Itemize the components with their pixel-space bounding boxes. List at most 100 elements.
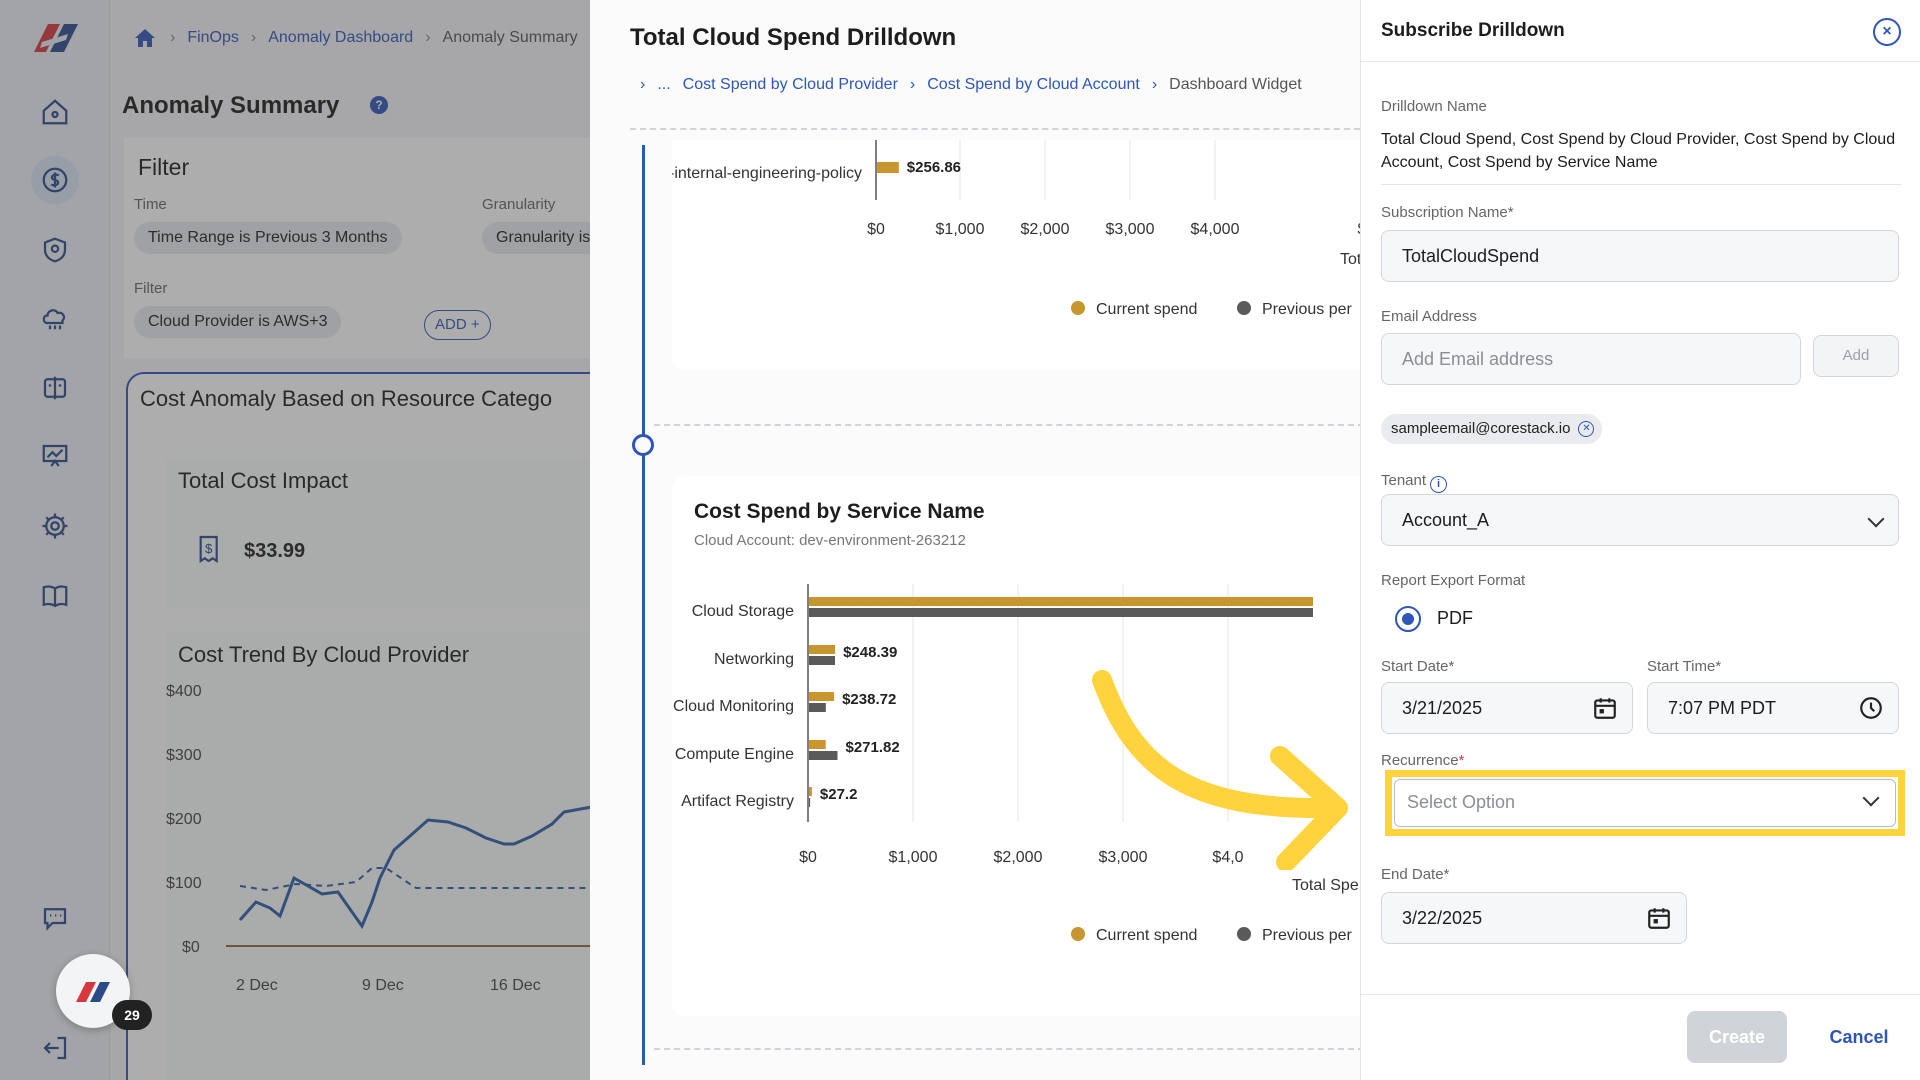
legend-current-marker — [1071, 927, 1085, 941]
tenant-value: Account_A — [1402, 510, 1490, 530]
bar-previous-period — [809, 608, 1313, 617]
legend-current-marker — [1071, 301, 1085, 315]
legend-previous[interactable]: Previous per — [1262, 927, 1352, 944]
calendar-icon[interactable] — [1646, 905, 1672, 931]
chevron-right-icon: › — [1151, 76, 1158, 93]
x-tick: $2,000 — [994, 849, 1043, 866]
x-tick: $0 — [867, 221, 885, 238]
bar-previous-period — [809, 798, 811, 807]
drilldown-name-value: Total Cloud Spend, Cost Spend by Cloud P… — [1381, 128, 1901, 185]
start-date-value: 3/21/2025 — [1402, 698, 1483, 718]
bar-current-spend — [809, 787, 812, 796]
create-button[interactable]: Create — [1687, 1011, 1787, 1063]
legend-current[interactable]: Current spend — [1096, 927, 1197, 944]
pdf-radio[interactable] — [1395, 606, 1421, 632]
timeline-line — [642, 145, 645, 1065]
panel-header: Subscribe Drilldown × — [1361, 0, 1920, 62]
export-format-label: Report Export Format — [1381, 572, 1526, 589]
legend-previous-marker — [1237, 301, 1251, 315]
notification-badge: 29 — [112, 1000, 152, 1030]
start-date-input[interactable]: 3/21/2025 — [1381, 682, 1633, 734]
category-label: Artifact Registry — [681, 793, 794, 810]
bar-previous-period — [809, 751, 838, 760]
chevron-right-icon: › — [640, 76, 646, 93]
subscribe-drilldown-panel: Subscribe Drilldown × Drilldown Name Tot… — [1360, 0, 1920, 1080]
bar-value-label: $271.82 — [846, 739, 900, 756]
drilldown-name-label: Drilldown Name — [1381, 98, 1487, 115]
start-time-label: Start Time* — [1647, 658, 1722, 675]
annotation-arrow — [1092, 670, 1348, 870]
info-icon[interactable]: i — [1430, 476, 1448, 493]
email-tag-label: sampleemail@corestack.io — [1391, 420, 1571, 437]
bar-value-label: $256.86 — [907, 159, 961, 176]
x-tick: $1,000 — [936, 221, 985, 238]
panel-title: Subscribe Drilldown — [1381, 20, 1565, 41]
bar-current-spend — [809, 740, 826, 749]
subscription-name-input[interactable]: TotalCloudSpend — [1381, 230, 1899, 282]
bar-current-spend — [877, 162, 899, 173]
divider — [654, 424, 1360, 426]
category-label: Networking — [714, 651, 794, 668]
start-date-label: Start Date* — [1381, 658, 1455, 675]
clock-icon[interactable] — [1858, 695, 1884, 721]
start-time-value: 7:07 PM PDT — [1668, 698, 1777, 718]
drilldown-title: Total Cloud Spend Drilldown — [630, 24, 957, 51]
breadcrumb-cost-by-provider[interactable]: Cost Spend by Cloud Provider — [683, 76, 898, 94]
email-label: Email Address — [1381, 308, 1477, 325]
panel-footer: Create Cancel — [1361, 994, 1920, 1080]
dim-overlay — [0, 0, 590, 1080]
calendar-icon[interactable] — [1592, 695, 1618, 721]
bar-value-label: $248.39 — [843, 644, 897, 661]
email-input[interactable]: Add Email address — [1381, 333, 1801, 385]
chevron-down-icon — [1867, 510, 1885, 528]
close-icon[interactable]: × — [1873, 18, 1901, 46]
required-marker: * — [1458, 752, 1465, 769]
subscription-name-label: Subscription Name* — [1381, 204, 1514, 221]
drilldown-breadcrumb: › ... Cost Spend by Cloud Provider › Cos… — [640, 76, 1302, 94]
x-tick: $2,000 — [1021, 221, 1070, 238]
add-email-button[interactable]: Add — [1813, 335, 1899, 377]
category-label: cs-internal-engineering-policy — [672, 165, 862, 182]
end-date-input[interactable]: 3/22/2025 — [1381, 892, 1687, 944]
axis-title: Total Spe — [1292, 877, 1359, 894]
legend-current[interactable]: Current spend — [1096, 301, 1197, 318]
divider — [630, 128, 1360, 130]
bar-current-spend — [809, 597, 1313, 606]
category-label: Cloud Monitoring — [673, 698, 794, 715]
breadcrumb-dashboard-widget: Dashboard Widget — [1169, 76, 1302, 93]
breadcrumb-ellipsis[interactable]: ... — [657, 76, 670, 94]
axis-title: Tot — [1340, 251, 1360, 268]
x-tick: $4,000 — [1191, 221, 1240, 238]
category-label: Compute Engine — [675, 746, 794, 763]
cancel-button[interactable]: Cancel — [1817, 1011, 1901, 1063]
recurrence-select[interactable]: Select Option — [1394, 779, 1896, 827]
cloud-account-chart-card: cs-internal-engineering-policy $256.86 $… — [653, 140, 1360, 370]
end-date-value: 3/22/2025 — [1402, 908, 1483, 928]
category-label: Cloud Storage — [692, 603, 794, 620]
pdf-radio-label[interactable]: PDF — [1437, 608, 1473, 629]
x-tick: $0 — [799, 849, 817, 866]
x-tick: $3,000 — [1106, 221, 1155, 238]
recurrence-highlight: Select Option — [1385, 770, 1905, 836]
bar-value-label: $27.2 — [820, 786, 858, 803]
start-time-input[interactable]: 7:07 PM PDT — [1647, 682, 1899, 734]
email-tag: sampleemail@corestack.io ✕ — [1381, 414, 1603, 444]
bar-previous-period — [809, 656, 835, 665]
legend-previous-marker — [1237, 927, 1251, 941]
timeline-node — [632, 434, 654, 456]
drilldown-panel: Total Cloud Spend Drilldown › ... Cost S… — [590, 0, 1360, 1080]
remove-tag-icon[interactable]: ✕ — [1578, 421, 1595, 437]
bar-previous-period — [809, 703, 826, 712]
breadcrumb-cost-by-account[interactable]: Cost Spend by Cloud Account — [927, 76, 1140, 94]
divider — [654, 1048, 1360, 1050]
tenant-label-text: Tenant — [1381, 472, 1427, 489]
legend-previous[interactable]: Previous per — [1262, 301, 1352, 318]
chevron-down-icon — [1862, 789, 1880, 807]
bar-current-spend — [809, 692, 835, 701]
tenant-label: Tenant i — [1381, 472, 1448, 493]
tenant-select[interactable]: Account_A — [1381, 494, 1899, 546]
bar-value-label: $238.72 — [842, 691, 896, 708]
recurrence-placeholder: Select Option — [1407, 792, 1516, 812]
account-bar-chart: cs-internal-engineering-policy $256.86 $… — [653, 140, 1360, 318]
x-tick: $1,000 — [889, 849, 938, 866]
